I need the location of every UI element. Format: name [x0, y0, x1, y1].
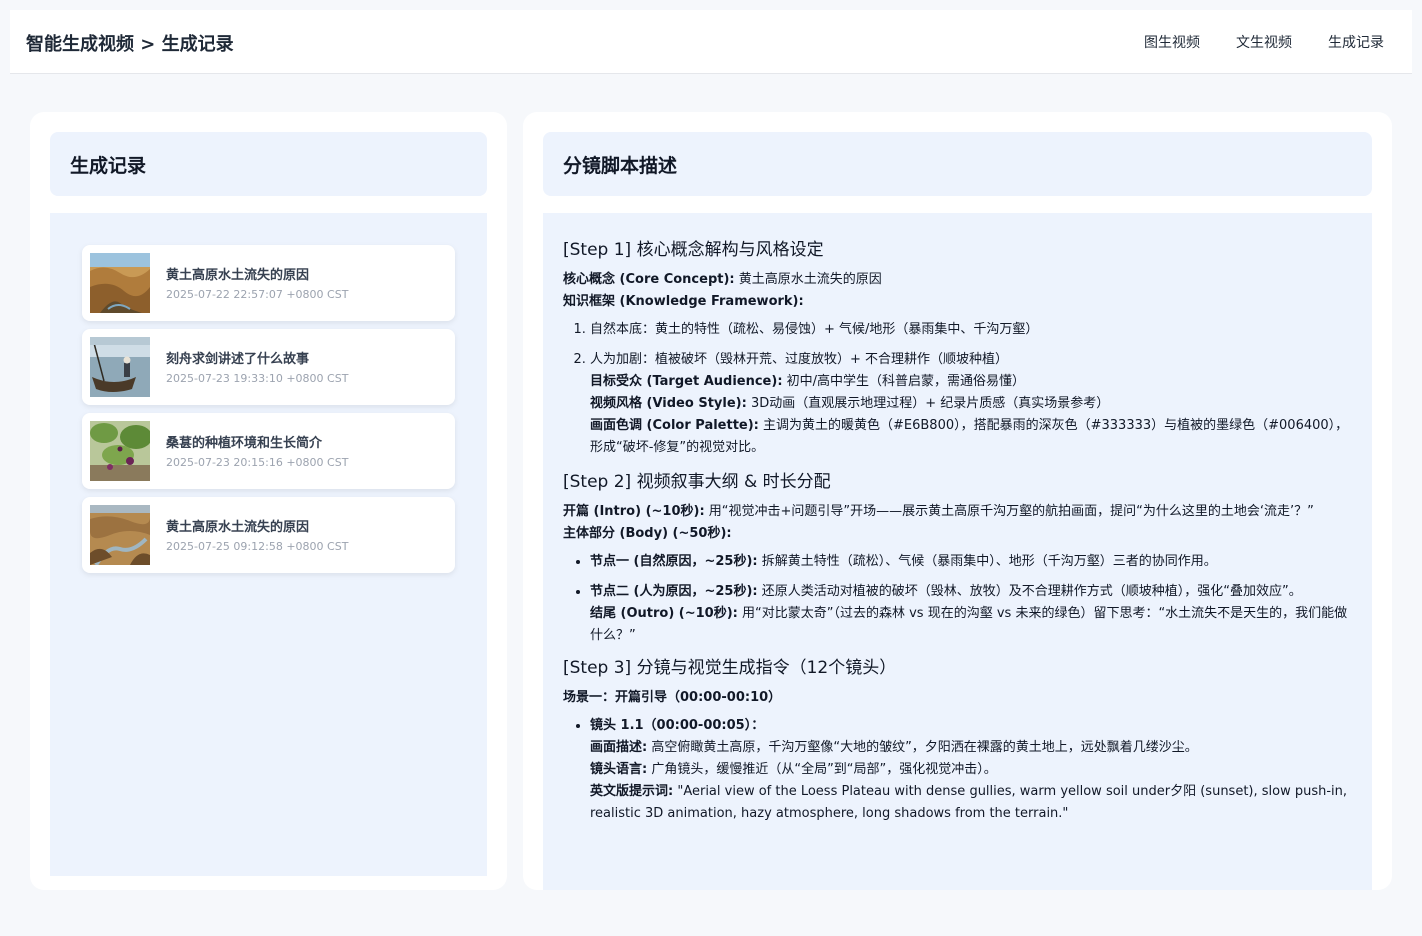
record-title: 刻舟求剑讲述了什么故事: [166, 352, 310, 367]
intro-value: 用“视觉冲击+问题引导”开场——展示黄土高原千沟万壑的航拍画面，提问“为什么这里…: [704, 504, 1314, 519]
gully-river-image: [90, 505, 150, 565]
core-concept-label: 核心概念 (Core Concept):: [563, 272, 735, 287]
loess-landscape-image: [90, 253, 150, 313]
outro-label: 结尾 (Outro) (~10秒):: [590, 606, 738, 621]
record-card[interactable]: 桑葚的种植环境和生长简介 2025-07-23 20:15:16 +0800 C…: [82, 413, 455, 489]
video-style-line: 视频风格 (Video Style): 3D动画（直观展示地理过程）+ 纪录片质…: [590, 393, 1353, 415]
boat-on-river-image: [90, 337, 150, 397]
record-title: 黄土高原水土流失的原因: [166, 268, 310, 283]
framework-item: 自然本底：黄土的特性（疏松、易侵蚀）+ 气候/地形（暴雨集中、千沟万壑）: [590, 319, 1353, 341]
core-concept-value: 黄土高原水土流失的原因: [734, 272, 882, 287]
english-prompt-label: 英文版提示词:: [590, 784, 674, 799]
storyboard-panel-title: 分镜脚本描述: [563, 155, 678, 177]
step1-heading: [Step 1] 核心概念解构与风格设定: [563, 240, 824, 260]
records-panel: 生成记录 黄土高原水土流失的原因 2025-07-22 22:57:07 +08…: [30, 112, 507, 890]
record-title: 桑葚的种植环境和生长简介: [166, 436, 323, 451]
node2-line: 节点二 (人为原因，~25秒): 还原人类活动对植被的破坏（毁林、放牧）及不合理…: [590, 581, 1353, 603]
body-line: 主体部分 (Body) (~50秒):: [563, 523, 1353, 545]
node1-label: 节点一 (自然原因，~25秒):: [590, 554, 758, 569]
node1-value: 拆解黄土特性（疏松）、气候（暴雨集中）、地形（千沟万壑）三者的协同作用。: [757, 554, 1217, 569]
outro-line: 结尾 (Outro) (~10秒): 用“对比蒙太奇”（过去的森林 vs 现在的…: [590, 603, 1353, 647]
english-prompt-value: "Aerial view of the Loess Plateau with d…: [590, 784, 1348, 821]
record-card[interactable]: 黄土高原水土流失的原因 2025-07-22 22:57:07 +0800 CS…: [82, 245, 455, 321]
storyboard-panel: 分镜脚本描述 [Step 1] 核心概念解构与风格设定 核心概念 (Core C…: [523, 112, 1392, 890]
body-node-item: 节点一 (自然原因，~25秒): 拆解黄土特性（疏松）、气候（暴雨集中）、地形（…: [590, 551, 1353, 573]
framework-item: 人为加剧：植被破坏（毁林开荒、过度放牧）+ 不合理耕作（顺坡种植） 目标受众 (…: [590, 349, 1353, 459]
records-panel-header: 生成记录: [50, 132, 487, 196]
scene1-label: 场景一：开篇引导（00:00-00:10）: [563, 690, 782, 705]
record-title: 黄土高原水土流失的原因: [166, 520, 310, 535]
records-panel-body: 黄土高原水土流失的原因 2025-07-22 22:57:07 +0800 CS…: [50, 213, 487, 876]
record-card[interactable]: 刻舟求剑讲述了什么故事 2025-07-23 19:33:10 +0800 CS…: [82, 329, 455, 405]
video-style-value: 3D动画（直观展示地理过程）+ 纪录片质感（真实场景参考）: [746, 396, 1110, 411]
nav-generation-records[interactable]: 生成记录: [1328, 32, 1384, 52]
shot-description-label: 画面描述:: [590, 740, 648, 755]
storyboard-script: [Step 1] 核心概念解构与风格设定 核心概念 (Core Concept)…: [563, 237, 1353, 833]
shot-description-line: 画面描述: 高空俯瞰黄土高原，千沟万壑像“大地的皱纹”，夕阳洒在裸露的黄土地上，…: [590, 737, 1353, 759]
record-card[interactable]: 黄土高原水土流失的原因 2025-07-25 09:12:58 +0800 CS…: [82, 497, 455, 573]
storyboard-panel-header: 分镜脚本描述: [543, 132, 1372, 196]
intro-line: 开篇 (Intro) (~10秒): 用“视觉冲击+问题引导”开场——展示黄土高…: [563, 501, 1353, 523]
node2-value: 还原人类活动对植被的破坏（毁林、放牧）及不合理耕作方式（顺坡种植），强化“叠加效…: [757, 584, 1302, 599]
body-label: 主体部分 (Body) (~50秒):: [563, 526, 732, 541]
breadcrumb: 智能生成视频 > 生成记录: [26, 34, 234, 55]
target-audience-label: 目标受众 (Target Audience):: [590, 374, 783, 389]
knowledge-framework-label: 知识框架 (Knowledge Framework):: [563, 294, 804, 309]
record-timestamp: 2025-07-22 22:57:07 +0800 CST: [166, 288, 349, 301]
record-timestamp: 2025-07-23 20:15:16 +0800 CST: [166, 456, 349, 469]
shot-language-value: 广角镜头，缓慢推近（从“全局”到“局部”，强化视觉冲击）。: [647, 762, 997, 777]
framework-item-text: 人为加剧：植被破坏（毁林开荒、过度放牧）+ 不合理耕作（顺坡种植）: [590, 352, 1009, 367]
record-list: 黄土高原水土流失的原因 2025-07-22 22:57:07 +0800 CS…: [82, 245, 455, 581]
shot-language-label: 镜头语言:: [590, 762, 648, 777]
top-bar: 智能生成视频 > 生成记录 图生视频 文生视频 生成记录: [10, 10, 1412, 74]
record-timestamp: 2025-07-25 09:12:58 +0800 CST: [166, 540, 349, 553]
framework-list: 自然本底：黄土的特性（疏松、易侵蚀）+ 气候/地形（暴雨集中、千沟万壑） 人为加…: [563, 319, 1353, 459]
target-audience-value: 初中/高中学生（科普启蒙，需通俗易懂）: [782, 374, 1026, 389]
core-concept-line: 核心概念 (Core Concept): 黄土高原水土流失的原因: [563, 269, 1353, 291]
step2-heading: [Step 2] 视频叙事大纲 & 时长分配: [563, 472, 831, 492]
records-panel-title: 生成记录: [70, 155, 147, 177]
intro-label: 开篇 (Intro) (~10秒):: [563, 504, 705, 519]
target-audience-line: 目标受众 (Target Audience): 初中/高中学生（科普启蒙，需通俗…: [590, 371, 1353, 393]
node2-label: 节点二 (人为原因，~25秒):: [590, 584, 758, 599]
top-nav: 图生视频 文生视频 生成记录: [1144, 32, 1384, 52]
shot-item: 镜头 1.1（00:00-00:05）： 画面描述: 高空俯瞰黄土高原，千沟万壑…: [590, 715, 1353, 825]
color-palette-line: 画面色调 (Color Palette): 主调为黄土的暖黄色（#E6B800）…: [590, 415, 1353, 459]
mulberry-bush-image: [90, 421, 150, 481]
storyboard-panel-body[interactable]: [Step 1] 核心概念解构与风格设定 核心概念 (Core Concept)…: [543, 213, 1372, 890]
shot-label: 镜头 1.1（00:00-00:05）：: [590, 718, 765, 733]
knowledge-framework-line: 知识框架 (Knowledge Framework):: [563, 291, 1353, 313]
shot-description-value: 高空俯瞰黄土高原，千沟万壑像“大地的皱纹”，夕阳洒在裸露的黄土地上，远处飘着几缕…: [647, 740, 1198, 755]
shot-list: 镜头 1.1（00:00-00:05）： 画面描述: 高空俯瞰黄土高原，千沟万壑…: [563, 715, 1353, 825]
nav-text-to-video[interactable]: 文生视频: [1236, 32, 1292, 52]
scene1-line: 场景一：开篇引导（00:00-00:10）: [563, 687, 1353, 709]
video-style-label: 视频风格 (Video Style):: [590, 396, 747, 411]
shot-title-line: 镜头 1.1（00:00-00:05）：: [590, 715, 1353, 737]
body-node-item: 节点二 (人为原因，~25秒): 还原人类活动对植被的破坏（毁林、放牧）及不合理…: [590, 581, 1353, 647]
record-timestamp: 2025-07-23 19:33:10 +0800 CST: [166, 372, 349, 385]
step3-heading: [Step 3] 分镜与视觉生成指令（12个镜头）: [563, 658, 897, 678]
framework-item-text: 自然本底：黄土的特性（疏松、易侵蚀）+ 气候/地形（暴雨集中、千沟万壑）: [590, 322, 1039, 337]
body-node-list: 节点一 (自然原因，~25秒): 拆解黄土特性（疏松）、气候（暴雨集中）、地形（…: [563, 551, 1353, 647]
english-prompt-line: 英文版提示词: "Aerial view of the Loess Platea…: [590, 781, 1353, 825]
shot-language-line: 镜头语言: 广角镜头，缓慢推近（从“全局”到“局部”，强化视觉冲击）。: [590, 759, 1353, 781]
color-palette-label: 画面色调 (Color Palette):: [590, 418, 759, 433]
nav-image-to-video[interactable]: 图生视频: [1144, 32, 1200, 52]
